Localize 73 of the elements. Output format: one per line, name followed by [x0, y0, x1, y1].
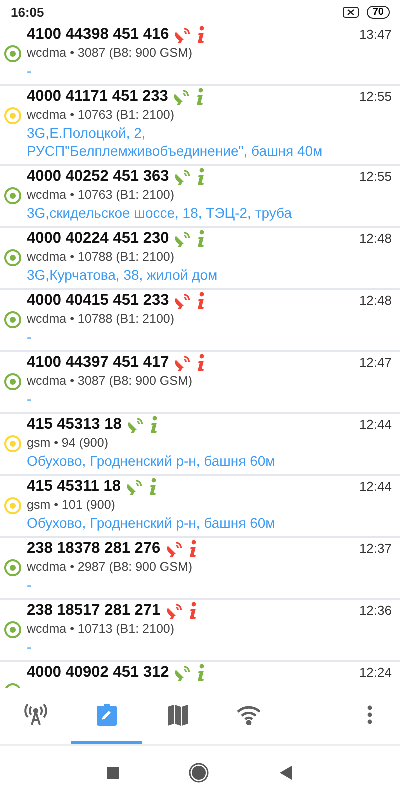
- clock: 16:05: [11, 4, 44, 20]
- network-info: wcdma • 2987 (B8: 900 GSM): [27, 559, 194, 576]
- cell-id: 4000 40902 451 312: [27, 664, 170, 682]
- more-icon: [367, 704, 373, 724]
- network-info: wcdma • 10763 (B1: 2100): [27, 107, 176, 124]
- time-label: 12:37: [359, 541, 392, 556]
- info-icon[interactable]: [197, 292, 206, 310]
- cell-row[interactable]: 238 18517 281 271 12:36 wcdma • 10713 (B1: 2100) -: [0, 600, 400, 662]
- address-text: -: [27, 328, 33, 346]
- cell-id: 4000 40224 451 230: [27, 230, 170, 248]
- wifi-icon: [236, 704, 262, 724]
- address-text: 3G,Е.Полоцкой, 2, РУСП"Белплемживобъединение", башня 40м: [27, 124, 324, 160]
- cell-row[interactable]: 4000 40224 451 230 12:48 wcdma • 10788 (B1: 2100) 3G,Курчатова, 38, жилой дом: [0, 228, 400, 290]
- info-icon[interactable]: [188, 540, 197, 558]
- cell-id: 4100 44397 451 417: [27, 354, 170, 372]
- sim-icon: [342, 6, 359, 18]
- network-info: gsm • 94 (900): [27, 435, 110, 452]
- info-icon[interactable]: [150, 416, 158, 434]
- cell-id: 4000 40415 451 233: [27, 292, 170, 310]
- address-text: 3G,Курчатова, 38, жилой дом: [27, 266, 219, 284]
- clipboard-pencil-icon: [96, 702, 118, 726]
- address-text: -: [27, 638, 33, 656]
- time-label: 12:24: [359, 665, 392, 680]
- cell-id: 415 45311 18: [27, 478, 121, 496]
- time-label: 12:36: [359, 603, 392, 618]
- network-info: wcdma • 3087 (B8: 900 GSM): [27, 373, 194, 390]
- cell-row[interactable]: 4000 41171 451 233 12:55 wcdma • 10763 (B1: 2100) 3G,Е.Полоцкой, 2, РУСП"Белплемживобъединение", башня 40м: [0, 86, 400, 166]
- time-label: 12:44: [359, 417, 392, 432]
- battery-indicator: 70: [366, 6, 390, 18]
- cell-row[interactable]: 415 45311 18 12:44 gsm • 101 (900) Обухово, Гродненский р-н, башня 60м: [0, 476, 400, 538]
- time-label: 12:48: [359, 293, 392, 308]
- info-icon[interactable]: [196, 88, 204, 106]
- info-icon[interactable]: [148, 478, 157, 496]
- cell-row[interactable]: 238 18378 281 276 12:37 wcdma • 2987 (B8: 900 GSM) -: [0, 538, 400, 600]
- network-info: wcdma • 10788 (B1: 2100): [27, 249, 176, 266]
- address-text: Обухово, Гродненский р-н, башня 60м: [27, 514, 276, 532]
- network-info: gsm • 101 (900): [27, 497, 116, 514]
- cell-id: 238 18378 281 276: [27, 540, 161, 558]
- address-text: -: [27, 390, 33, 408]
- cell-id: 4000 40252 451 363: [27, 168, 170, 186]
- antenna-tower-icon: [22, 702, 48, 726]
- cell-row[interactable]: 415 45313 18 12:44 gsm • 94 (900) Обухово, Гродненский р-н, башня 60м: [0, 414, 400, 476]
- info-icon[interactable]: [197, 354, 206, 372]
- address-text: -: [27, 62, 33, 80]
- cell-id: 415 45313 18: [27, 416, 122, 434]
- network-info: wcdma • 10713 (B1: 2100): [27, 621, 176, 638]
- cell-id: 4000 41171 451 233: [27, 88, 168, 106]
- address-text: -: [27, 576, 33, 594]
- cell-row[interactable]: 4100 44398 451 416 13:47 wcdma • 3087 (B8: 900 GSM) -: [0, 24, 400, 86]
- info-icon[interactable]: [197, 168, 206, 186]
- cell-row[interactable]: 4000 40252 451 363 12:55 wcdma • 10763 (B1: 2100) 3G,скидельское шоссе, 18, ТЭЦ-2, труба: [0, 166, 400, 228]
- home-button[interactable]: [189, 763, 209, 783]
- cell-id: 238 18517 281 271: [27, 602, 161, 620]
- time-label: 13:47: [359, 27, 392, 42]
- time-label: 12:47: [359, 355, 392, 370]
- map-icon: [166, 702, 188, 726]
- time-label: 12:55: [359, 89, 392, 104]
- time-label: 12:48: [359, 231, 392, 246]
- address-text: Обухово, Гродненский р-н, башня 60м: [27, 452, 276, 470]
- network-info: wcdma • 10763 (B1: 2100): [27, 187, 176, 204]
- info-icon[interactable]: [197, 26, 206, 44]
- time-label: 12:55: [359, 169, 392, 184]
- info-icon[interactable]: [197, 230, 206, 248]
- time-label: 12:44: [359, 479, 392, 494]
- address-text: 3G,скидельское шоссе, 18, ТЭЦ-2, труба: [27, 204, 294, 222]
- cell-id: 4100 44398 451 416: [27, 26, 170, 44]
- cell-row[interactable]: 4000 40415 451 233 12:48 wcdma • 10788 (B1: 2100) -: [0, 290, 400, 352]
- network-info: wcdma • 10788 (B1: 2100): [27, 311, 176, 328]
- cell-row[interactable]: 4100 44397 451 417 12:47 wcdma • 3087 (B8: 900 GSM) -: [0, 352, 400, 414]
- network-info: wcdma • 3087 (B8: 900 GSM): [27, 45, 194, 62]
- info-icon[interactable]: [197, 664, 206, 682]
- info-icon[interactable]: [188, 602, 197, 620]
- back-button[interactable]: [279, 766, 293, 780]
